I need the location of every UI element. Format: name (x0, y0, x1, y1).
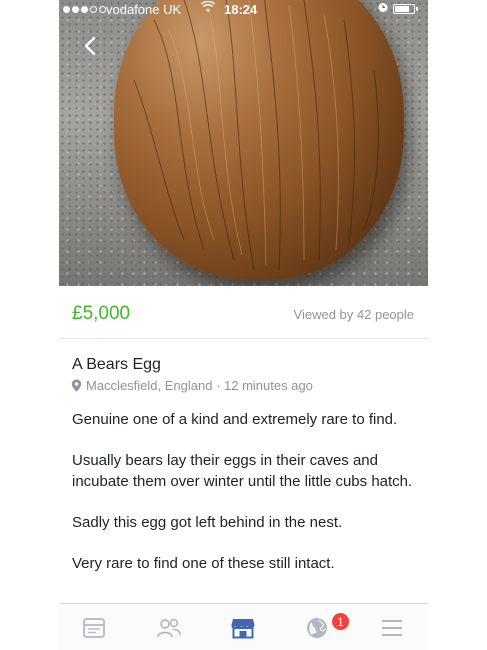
alarm-clock-icon (377, 1, 389, 16)
listing-photo[interactable]: vodafone UK 18:24 (59, 0, 428, 286)
marketplace-icon (231, 619, 255, 639)
description-paragraph: Usually bears lay their eggs in their ca… (72, 452, 413, 490)
listing-description: Genuine one of a kind and extremely rare… (72, 409, 417, 594)
tab-friends[interactable] (154, 614, 184, 642)
location-pin-icon (71, 379, 82, 392)
news-feed-icon (83, 618, 105, 638)
wifi-icon (200, 0, 216, 16)
description-paragraph: Genuine one of a kind and extremely rare… (72, 411, 398, 428)
listing-price: £5,000 (72, 303, 131, 324)
battery-tip (416, 7, 418, 11)
menu-icon (382, 620, 402, 636)
view-count: Viewed by 42 people (293, 307, 414, 322)
listing-title: A Bears Egg (72, 356, 161, 373)
tab-marketplace[interactable] (228, 614, 258, 642)
price-row: £5,000 Viewed by 42 people (59, 286, 428, 339)
description-paragraph: Very rare to find one of these still int… (72, 555, 335, 572)
notifications-globe-icon (307, 618, 327, 638)
bottom-tab-bar (59, 603, 428, 650)
description-paragraph: Sadly this egg got left behind in the ne… (72, 514, 343, 531)
friends-icon (157, 618, 181, 638)
coconut-image (114, 0, 404, 280)
notification-badge: 1 (331, 612, 350, 631)
clock-time: 18:24 (224, 2, 258, 17)
tab-menu[interactable] (377, 614, 407, 642)
phone-screen: vodafone UK 18:24 £5,000 Viewed by 42 pe… (59, 0, 428, 650)
listing-location: Macclesfield, England · 12 minutes ago (71, 378, 313, 393)
battery-icon (393, 4, 415, 14)
chevron-left-icon (84, 36, 96, 56)
signal-strength-icon (63, 6, 106, 13)
back-button[interactable] (79, 34, 103, 58)
coconut-fiber-texture (133, 0, 379, 271)
location-text: Macclesfield, England · 12 minutes ago (86, 378, 313, 393)
tab-news-feed[interactable] (79, 614, 109, 642)
tab-notifications[interactable] (302, 614, 332, 642)
battery-level-fill (395, 6, 409, 12)
status-bar: vodafone UK 18:24 (59, 0, 428, 20)
carrier-name: vodafone UK (106, 2, 182, 17)
